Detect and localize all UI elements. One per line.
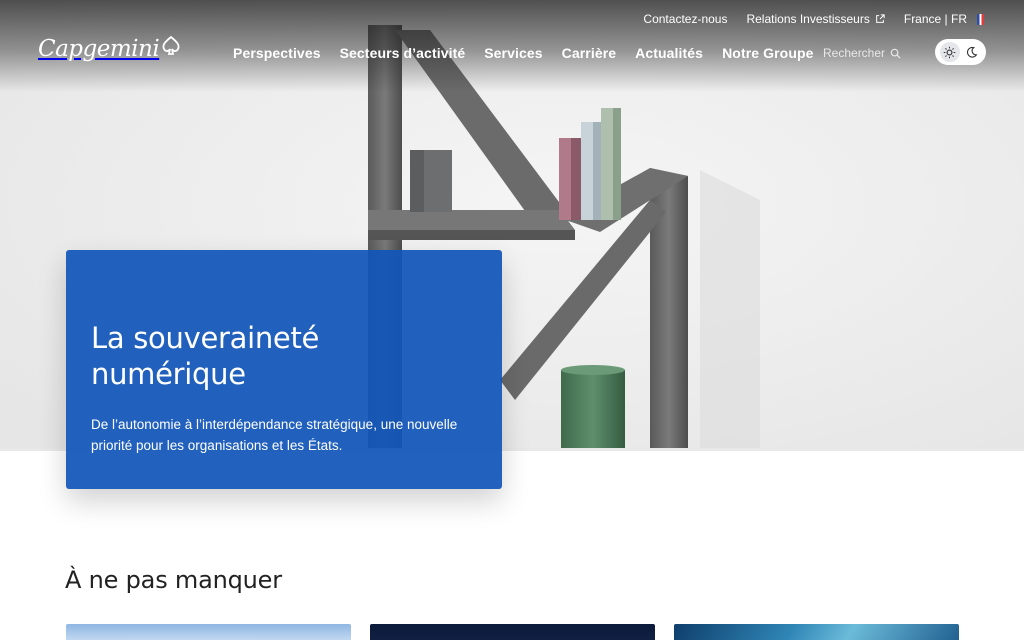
search-label: Rechercher: [823, 46, 886, 60]
dark-mode-button[interactable]: [961, 42, 981, 62]
theme-toggle[interactable]: [935, 39, 986, 65]
featured-cards: [66, 624, 959, 640]
investors-link-label: Relations Investisseurs: [746, 12, 870, 26]
main-nav: Perspectives Secteurs d’activité Service…: [233, 45, 814, 61]
nav-actualites[interactable]: Actualités: [635, 45, 703, 61]
nav-services[interactable]: Services: [484, 45, 542, 61]
external-link-icon: [876, 14, 885, 23]
light-mode-button[interactable]: [939, 42, 960, 62]
section-title: À ne pas manquer: [65, 566, 282, 594]
hero-card[interactable]: La souveraineté numérique De l’autonomie…: [66, 250, 502, 489]
hero-title: La souveraineté numérique: [91, 321, 320, 391]
utility-nav: Contactez-nous Relations Investisseurs F…: [643, 12, 984, 26]
featured-card[interactable]: [674, 624, 959, 640]
nav-carriere[interactable]: Carrière: [562, 45, 617, 61]
search-button[interactable]: Rechercher: [823, 46, 901, 60]
spade-icon: [162, 35, 180, 55]
france-flag-icon: [977, 13, 984, 25]
featured-card[interactable]: [370, 624, 655, 640]
page: Contactez-nous Relations Investisseurs F…: [0, 0, 1024, 640]
contact-link-label: Contactez-nous: [643, 12, 728, 26]
logo-text: Capgemini: [38, 36, 160, 62]
locale-selector[interactable]: France | FR: [904, 12, 984, 26]
investors-link[interactable]: Relations Investisseurs: [746, 12, 885, 26]
sun-icon: [943, 46, 956, 58]
contact-link[interactable]: Contactez-nous: [643, 12, 727, 26]
locale-label: France | FR: [903, 12, 967, 26]
search-icon: [890, 48, 901, 59]
featured-card[interactable]: [66, 624, 351, 640]
capgemini-logo[interactable]: Capgemini: [38, 35, 183, 62]
nav-notre-groupe[interactable]: Notre Groupe: [722, 45, 813, 61]
hero-subtitle: De l’autonomie à l’interdépendance strat…: [91, 417, 458, 453]
nav-perspectives[interactable]: Perspectives: [233, 45, 321, 61]
moon-icon: [966, 46, 978, 58]
nav-secteurs[interactable]: Secteurs d’activité: [340, 45, 466, 61]
